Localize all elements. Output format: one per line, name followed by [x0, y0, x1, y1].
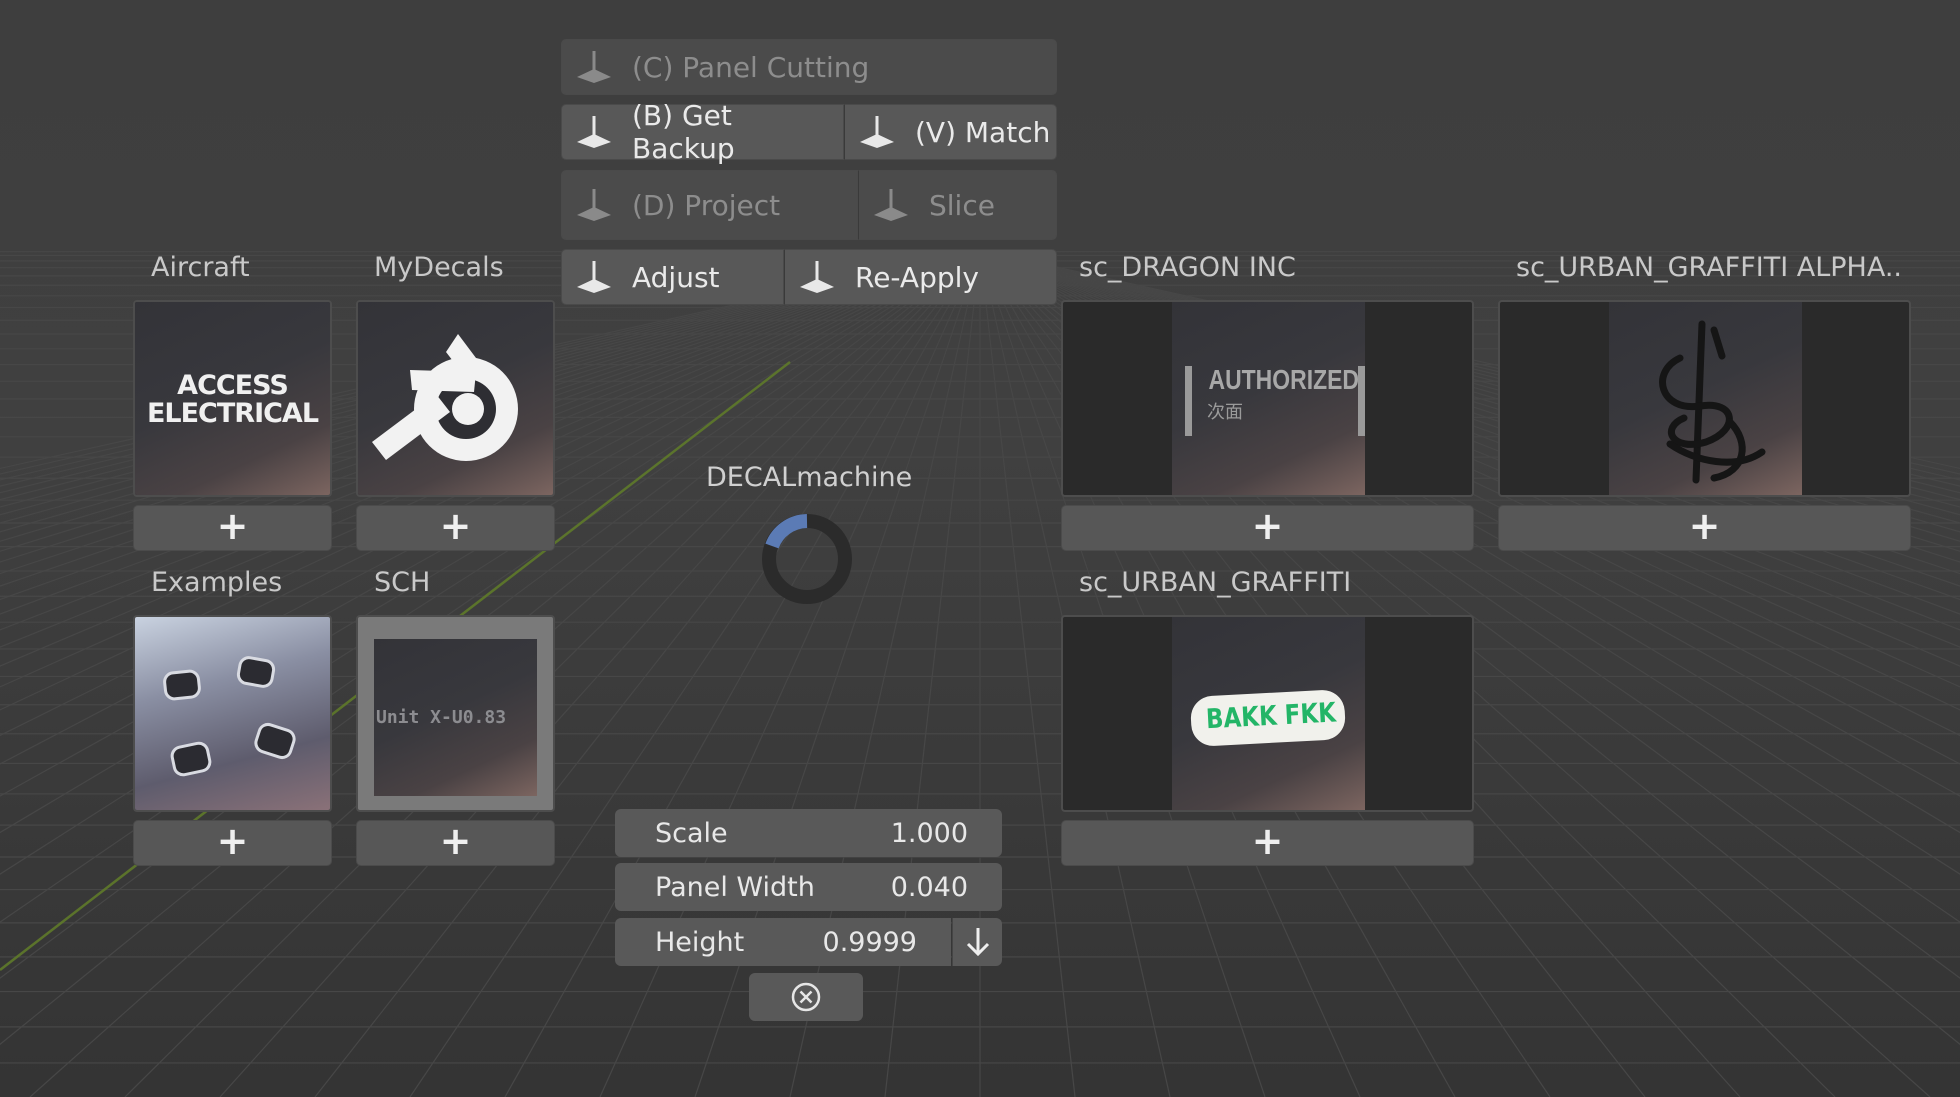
library-title-sc-urban-graffiti-alpha: sc_URBAN_GRAFFITI ALPHA..	[1516, 252, 1903, 283]
decal-thumbnail-sc-dragon-inc[interactable]: AUTHORIZED 次面	[1061, 300, 1474, 497]
decal-thumbnail-aircraft[interactable]: ACCESS ELECTRICAL	[133, 300, 332, 497]
panel-cutting-button[interactable]: (C) Panel Cutting	[561, 39, 1057, 95]
project-button[interactable]: (D) Project	[561, 170, 858, 240]
panel-width-value: 0.040	[890, 871, 968, 903]
graffiti-tag-icon	[1659, 320, 1766, 484]
add-decal-button-mydecals[interactable]: +	[356, 505, 555, 551]
add-decal-button-aircraft[interactable]: +	[133, 505, 332, 551]
decal-thumbnail-sch[interactable]: Unit X-U0.83	[356, 615, 555, 812]
height-field[interactable]: Height 0.9999	[615, 918, 951, 966]
tool-icon	[574, 257, 614, 297]
thumbnail-text: AUTHORIZED	[1208, 364, 1360, 395]
scale-value: 1.000	[890, 817, 968, 849]
get-backup-button[interactable]: (B) Get Backup	[561, 99, 844, 165]
tool-icon	[797, 257, 837, 297]
add-decal-button-sc-dragon-inc[interactable]: +	[1061, 505, 1474, 551]
panel-width-label: Panel Width	[655, 871, 815, 903]
close-button[interactable]	[749, 973, 863, 1021]
add-decal-button-sc-urban-graffiti[interactable]: +	[1061, 820, 1474, 866]
thumbnail-text: BAKK FKK	[1205, 697, 1337, 736]
add-decal-button-examples[interactable]: +	[133, 820, 332, 866]
panel-cutting-label: (C) Panel Cutting	[632, 50, 870, 84]
decal-thumbnail-sc-urban-graffiti[interactable]: BAKK FKK	[1061, 615, 1474, 812]
tool-icon	[574, 185, 614, 225]
match-label: (V) Match	[915, 115, 1051, 149]
tool-icon	[574, 47, 614, 87]
library-title-mydecals: MyDecals	[374, 252, 504, 283]
close-icon	[791, 982, 821, 1012]
scale-label: Scale	[655, 817, 728, 849]
decalmachine-title: DECALmachine	[706, 462, 913, 493]
thumbnail-subtext: 次面	[1207, 402, 1243, 423]
blender-logo-icon	[372, 334, 518, 461]
reapply-label: Re-Apply	[855, 260, 979, 294]
project-label: (D) Project	[632, 188, 781, 222]
library-title-examples: Examples	[151, 567, 283, 598]
loading-spinner	[760, 512, 854, 606]
library-title-sc-urban-graffiti: sc_URBAN_GRAFFITI	[1079, 567, 1352, 598]
height-down-button[interactable]	[952, 918, 1002, 966]
library-title-aircraft: Aircraft	[151, 252, 250, 283]
library-title-sc-dragon-inc: sc_DRAGON INC	[1079, 252, 1296, 283]
scale-field[interactable]: Scale 1.000	[615, 809, 1002, 857]
height-value: 0.9999	[822, 926, 917, 958]
adjust-button[interactable]: Adjust	[561, 249, 784, 305]
reapply-button[interactable]: Re-Apply	[784, 249, 1057, 305]
adjust-label: Adjust	[632, 260, 720, 294]
height-label: Height	[655, 926, 745, 958]
decal-thumbnail-examples[interactable]	[133, 615, 332, 812]
panel-examples-icon	[163, 656, 296, 777]
add-decal-button-sch[interactable]: +	[356, 820, 555, 866]
slice-label: Slice	[929, 188, 995, 222]
panel-width-field[interactable]: Panel Width 0.040	[615, 863, 1002, 911]
tool-icon	[871, 185, 911, 225]
decal-thumbnail-mydecals[interactable]	[356, 300, 555, 497]
get-backup-label: (B) Get Backup	[632, 99, 735, 165]
thumbnail-text: ACCESS ELECTRICAL	[146, 370, 319, 429]
slice-button[interactable]: Slice	[858, 170, 1057, 240]
decal-thumbnail-sc-urban-graffiti-alpha[interactable]	[1498, 300, 1911, 497]
tool-icon	[574, 112, 614, 152]
match-button[interactable]: (V) Match	[844, 104, 1057, 160]
library-title-sch: SCH	[374, 567, 431, 598]
thumbnail-text: Unit X-U0.83	[376, 707, 507, 728]
add-decal-button-sc-urban-graffiti-alpha[interactable]: +	[1498, 505, 1911, 551]
arrow-down-icon	[966, 928, 989, 957]
tool-icon	[857, 112, 897, 152]
